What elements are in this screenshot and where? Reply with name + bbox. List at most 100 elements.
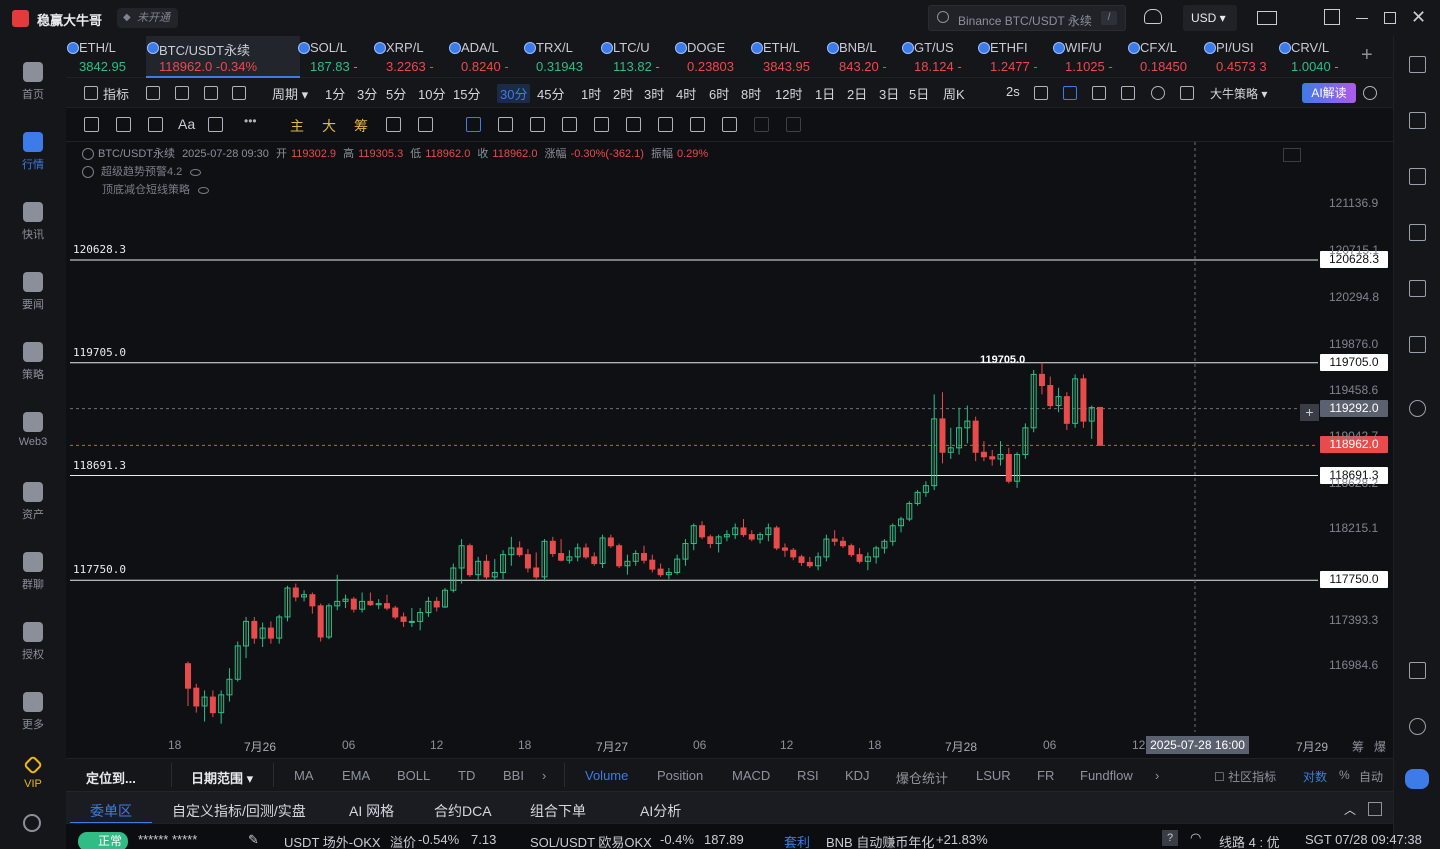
tab-contract-dca[interactable]: 合约DCA — [434, 801, 492, 821]
sub-indicator-lsur[interactable]: LSUR — [976, 768, 1011, 783]
nav-vip[interactable]: VIP — [0, 748, 66, 808]
chevron-up-icon[interactable]: ︿ — [1344, 801, 1356, 818]
close-icon[interactable]: ✕ — [1411, 7, 1429, 27]
ticker-tab[interactable]: ADA/L 0.8240 - — [448, 36, 524, 78]
locate-button[interactable]: 定位到... — [86, 768, 136, 787]
period-12[interactable]: 8时 — [741, 84, 761, 103]
layout-icon[interactable] — [1409, 662, 1426, 679]
liquidation-toggle[interactable]: 爆 — [1374, 738, 1386, 755]
add-order-icon[interactable]: + — [1300, 404, 1319, 421]
undo-icon[interactable] — [754, 117, 769, 132]
layers-icon[interactable] — [1121, 86, 1135, 100]
period-16[interactable]: 3日 — [879, 84, 899, 103]
indicator-boll[interactable]: BOLL — [397, 768, 430, 783]
orderbook-icon[interactable] — [1409, 112, 1426, 129]
period-11[interactable]: 6时 — [709, 84, 729, 103]
sub-indicator-fr[interactable]: FR — [1037, 768, 1054, 783]
mail-icon[interactable] — [1257, 11, 1277, 25]
price-chart[interactable]: BTC/USDT永续 2025-07-28 09:30 开 119302.9 高1… — [66, 142, 1393, 758]
refresh-interval[interactable]: 2s — [1006, 84, 1020, 99]
sub-indicator-macd[interactable]: MACD — [732, 768, 770, 783]
compare-icon[interactable] — [175, 86, 189, 100]
eye-icon[interactable] — [198, 186, 209, 194]
nav-flash[interactable]: 快讯 — [0, 196, 66, 256]
chevron-right-icon[interactable]: › — [542, 768, 546, 783]
expand-icon[interactable] — [1283, 148, 1301, 162]
indicator-legend-2[interactable]: 顶底减仓短线策略 — [102, 181, 209, 197]
main-chart-chip[interactable]: 主 — [290, 116, 304, 136]
period-2[interactable]: 5分 — [386, 84, 406, 103]
auto-scale-toggle[interactable]: 自动 — [1359, 768, 1383, 785]
nav-authorize[interactable]: 授权 — [0, 616, 66, 676]
trend-icon[interactable] — [1409, 224, 1426, 241]
period-18[interactable]: 周K — [943, 84, 965, 103]
select-icon[interactable] — [1092, 86, 1106, 100]
assistant-bot-icon[interactable] — [1405, 769, 1429, 789]
candles-icon[interactable] — [562, 117, 577, 132]
nav-assets[interactable]: 资产 — [0, 476, 66, 536]
share-icon[interactable] — [1363, 86, 1377, 100]
ai-analysis-button[interactable]: AI解读 — [1302, 83, 1356, 103]
more-tools-icon[interactable]: ••• — [244, 114, 259, 129]
highlighter-icon[interactable] — [530, 117, 545, 132]
indicator-icon[interactable] — [84, 86, 98, 100]
eraser-icon[interactable] — [418, 117, 433, 132]
period-9[interactable]: 3时 — [644, 84, 664, 103]
exchange-icon[interactable] — [1409, 400, 1426, 417]
card-icon[interactable] — [1409, 336, 1426, 353]
headset-icon[interactable] — [1409, 718, 1426, 735]
route-status[interactable]: 线路 4 : 优 — [1219, 832, 1280, 849]
bell-icon[interactable] — [1144, 9, 1162, 24]
filter-icon[interactable] — [690, 117, 705, 132]
ticker-tab-active[interactable]: BTC/USDT永续 118962.0 -0.34% — [146, 36, 300, 78]
clipboard-icon[interactable] — [594, 117, 609, 132]
nav-web3[interactable]: Web3 — [0, 406, 66, 466]
collapse-icon[interactable] — [82, 166, 94, 179]
help-icon[interactable]: ? — [1162, 830, 1178, 846]
ticker-tab[interactable]: PI/USI 0.4573 3 — [1203, 36, 1279, 78]
sub-indicator-rsi[interactable]: RSI — [797, 768, 819, 783]
nav-headlines[interactable]: 要闻 — [0, 266, 66, 326]
nav-market[interactable]: 行情 — [0, 126, 66, 186]
sub-indicator-liquidation[interactable]: 爆仓统计 — [896, 768, 948, 787]
loop-icon[interactable] — [386, 117, 401, 132]
collapse-icon[interactable] — [82, 148, 94, 161]
detach-window-icon[interactable] — [1324, 9, 1340, 25]
period-4[interactable]: 15分 — [453, 84, 480, 103]
big-order-chip[interactable]: 大 — [322, 116, 336, 136]
indicator-ma[interactable]: MA — [294, 768, 314, 783]
ticker-tab[interactable]: ETHFI 1.2477 - — [977, 36, 1053, 78]
indicator-td[interactable]: TD — [458, 768, 475, 783]
period-3[interactable]: 10分 — [418, 84, 445, 103]
ruler-icon[interactable] — [208, 117, 223, 132]
tab-custom-indicator[interactable]: 自定义指标/回测/实盘 — [172, 801, 306, 821]
trend-line-icon[interactable] — [148, 117, 163, 132]
currency-select[interactable]: USD ▾ — [1183, 5, 1237, 31]
period-6[interactable]: 45分 — [537, 84, 564, 103]
ticker-tab[interactable]: TRX/L 0.31943 — [523, 36, 599, 78]
log-scale-toggle[interactable]: 对数 — [1303, 768, 1327, 785]
period-14[interactable]: 1日 — [815, 84, 835, 103]
edit-icon[interactable]: ✎ — [248, 832, 259, 848]
ticker-tab[interactable]: GT/US 18.124 - — [901, 36, 977, 78]
nav-more[interactable]: 更多 — [0, 686, 66, 746]
horizontal-line-icon[interactable] — [116, 117, 131, 132]
brush-icon[interactable] — [498, 117, 513, 132]
tab-ai-grid[interactable]: AI 网格 — [349, 801, 394, 821]
sub-indicator-fundflow[interactable]: Fundflow — [1080, 768, 1133, 783]
note-icon[interactable] — [626, 117, 641, 132]
list-icon[interactable] — [1409, 56, 1426, 73]
earn-info[interactable]: BNB 自动赚币年化 — [826, 832, 934, 849]
tab-ai-analysis[interactable]: AI分析 — [640, 801, 681, 821]
pen-icon[interactable] — [1063, 86, 1077, 100]
period-13[interactable]: 12时 — [775, 84, 802, 103]
indicator-legend-1[interactable]: 超级趋势预警4.2 — [82, 163, 202, 179]
dollar-icon[interactable] — [1409, 168, 1426, 185]
sub-indicator-volume[interactable]: Volume — [585, 768, 628, 783]
add-tab-icon[interactable]: + — [1361, 44, 1373, 67]
period-select[interactable]: 周期 ▾ — [272, 84, 308, 103]
chevron-right-icon[interactable]: › — [1155, 768, 1159, 783]
indicator-bbi[interactable]: BBI — [503, 768, 524, 783]
arbitrage-badge[interactable]: 套利 — [784, 832, 810, 849]
period-15[interactable]: 2日 — [847, 84, 867, 103]
